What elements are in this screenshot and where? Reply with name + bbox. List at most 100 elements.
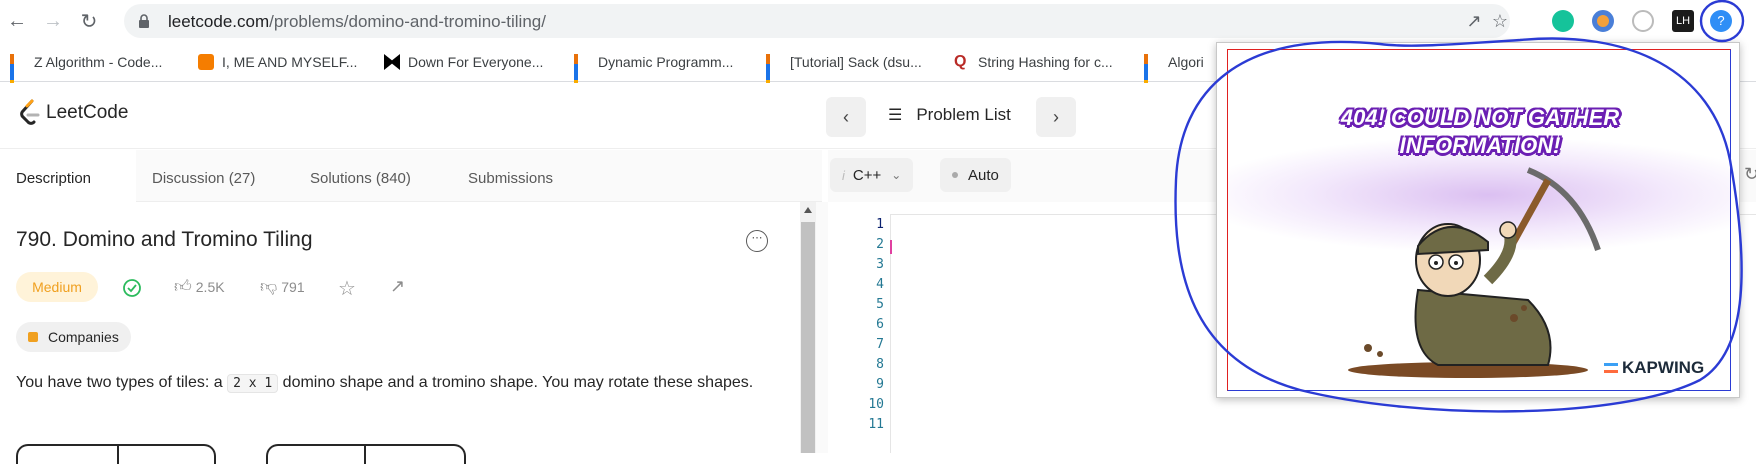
favorite-star-icon[interactable]: ☆ [338, 276, 356, 301]
bookmark-label: String Hashing for c... [978, 54, 1113, 70]
info-icon: i [842, 167, 845, 183]
line-number: 2 [876, 237, 884, 252]
prev-problem-button[interactable]: ‹ [826, 97, 866, 137]
problem-list-label: Problem List [916, 105, 1011, 124]
next-problem-button[interactable]: › [1036, 97, 1076, 137]
kapwing-watermark: KAPWING [1604, 358, 1704, 378]
error-gif-image: 404! Could not gather information! KAPWI… [1227, 49, 1731, 391]
line-number: 11 [868, 417, 884, 432]
leetcode-helper-icon[interactable]: ? [1710, 10, 1732, 32]
desc-text: You have two types of tiles: a [16, 374, 228, 391]
url-host: leetcode.com [168, 12, 270, 31]
forward-icon[interactable]: → [40, 8, 66, 34]
mode-label: Auto [968, 166, 999, 184]
back-icon[interactable]: ← [4, 8, 30, 34]
chrome-ext-icon[interactable] [1592, 10, 1614, 32]
bookmark-item[interactable]: Q String Hashing for c... [954, 52, 1113, 72]
logo-text: LeetCode [46, 102, 129, 123]
bookmark-star-icon[interactable]: ☆ [1490, 11, 1510, 31]
dislike-button[interactable]: 👎︎ 791 [260, 276, 305, 297]
extension-popup: 404! Could not gather information! KAPWI… [1216, 42, 1740, 398]
share-icon[interactable]: ↗ [1464, 11, 1484, 31]
leetcode-logo-icon [20, 99, 40, 125]
bar-chart-icon [1144, 54, 1160, 92]
lock-icon [28, 332, 38, 342]
leetcode-logo[interactable]: LeetCode [18, 99, 128, 127]
chevron-left-icon: ‹ [843, 106, 849, 127]
dislikes-count: 791 [281, 278, 305, 295]
browser-toolbar: ← → ↻ leetcode.com/problems/domino-and-t… [0, 0, 1756, 42]
tab-label: Submissions [468, 170, 554, 187]
line-number: 9 [876, 377, 884, 392]
scroll-up-arrow-icon[interactable] [804, 207, 812, 213]
line-number: 1 [876, 217, 884, 232]
lock-icon [139, 14, 149, 28]
more-options-icon[interactable]: ⋯ [746, 230, 768, 252]
bookmark-label: Z Algorithm - Code... [34, 54, 163, 70]
tab-solutions[interactable]: Solutions (840) [294, 150, 427, 202]
bookmark-label: [Tutorial] Sack (dsu... [790, 54, 922, 70]
domino-divider [117, 444, 119, 464]
scrollbar-thumb[interactable] [801, 222, 815, 453]
url-path: /problems/domino-and-tromino-tiling/ [269, 12, 546, 31]
chevron-right-icon: › [1053, 106, 1059, 127]
miner-cartoon-illustration [1348, 167, 1601, 378]
kapwing-logo-icon [1604, 363, 1618, 373]
bookmark-label: Down For Everyone... [408, 54, 544, 70]
address-bar[interactable]: leetcode.com/problems/domino-and-tromino… [124, 4, 1510, 38]
tab-discussion[interactable]: Discussion (27) [136, 150, 271, 202]
problem-description: You have two types of tiles: a 2 x 1 dom… [16, 370, 776, 397]
line-number: 7 [876, 337, 884, 352]
desc-text: domino shape and a tromino shape. You ma… [278, 374, 754, 391]
tab-submissions[interactable]: Submissions [452, 150, 569, 202]
reset-code-icon[interactable]: ↻ [1744, 164, 1756, 185]
tab-label: Description [16, 170, 92, 187]
thumbs-down-icon: 👎︎ [260, 277, 278, 296]
language-label: C++ [852, 166, 882, 184]
bookmark-item[interactable]: Algori [1144, 52, 1204, 92]
bookmark-item[interactable]: Z Algorithm - Code... [10, 52, 163, 92]
tab-label: Solutions (840) [310, 170, 411, 187]
like-button[interactable]: 👍︎ 2.5K [174, 276, 225, 297]
bar-chart-icon [574, 54, 590, 92]
thumbs-up-icon: 👍︎ [174, 277, 192, 296]
line-number: 8 [876, 357, 884, 372]
companies-label: Companies [48, 329, 119, 345]
share-link-icon[interactable]: ↗ [390, 276, 405, 297]
bookmark-item[interactable]: I, ME AND MYSELF... [198, 52, 357, 72]
url-text: leetcode.com/problems/domino-and-tromino… [168, 12, 546, 32]
panel-resize-handle[interactable] [816, 202, 828, 453]
problem-title: 790. Domino and Tromino Tiling [16, 228, 313, 251]
bookmark-item[interactable]: Down For Everyone... [384, 52, 543, 72]
line-number: 3 [876, 257, 884, 272]
watermark-text: KAPWING [1622, 358, 1705, 377]
bookmark-item[interactable]: [Tutorial] Sack (dsu... [766, 52, 922, 92]
bookmark-label: Algori [1168, 54, 1204, 70]
solved-check-icon [123, 279, 141, 297]
history-ext-icon[interactable] [1632, 10, 1654, 32]
blogger-icon [198, 54, 214, 70]
bar-chart-icon [766, 54, 782, 92]
quora-icon: Q [954, 53, 967, 70]
line-number: 4 [876, 277, 884, 292]
grammarly-icon[interactable] [1552, 10, 1574, 32]
line-number: 5 [876, 297, 884, 312]
bookmark-label: Dynamic Programm... [598, 54, 734, 70]
description-tabs: Description Discussion (27) Solutions (8… [0, 150, 822, 202]
bar-chart-icon [10, 54, 26, 92]
error-line-1: 404! Could not gather [1340, 105, 1620, 130]
autocomplete-mode-button[interactable]: Auto [940, 158, 1011, 192]
problem-list-button[interactable]: ☰ Problem List [888, 105, 1011, 125]
difficulty-badge: Medium [16, 272, 98, 302]
problem-description-panel: 790. Domino and Tromino Tiling ⋯ Medium … [0, 202, 800, 464]
line-number: 6 [876, 317, 884, 332]
companies-button[interactable]: Companies [16, 322, 131, 352]
lh-ext-icon[interactable]: LH [1672, 10, 1694, 32]
tab-description[interactable]: Description [0, 150, 136, 202]
language-select[interactable]: i C++ ⌄ [830, 158, 914, 192]
dot-icon [952, 172, 958, 178]
bookmark-label: I, ME AND MYSELF... [222, 54, 358, 70]
inline-code: 2 x 1 [227, 374, 279, 393]
reload-icon[interactable]: ↻ [76, 8, 102, 34]
bookmark-item[interactable]: Dynamic Programm... [574, 52, 734, 92]
